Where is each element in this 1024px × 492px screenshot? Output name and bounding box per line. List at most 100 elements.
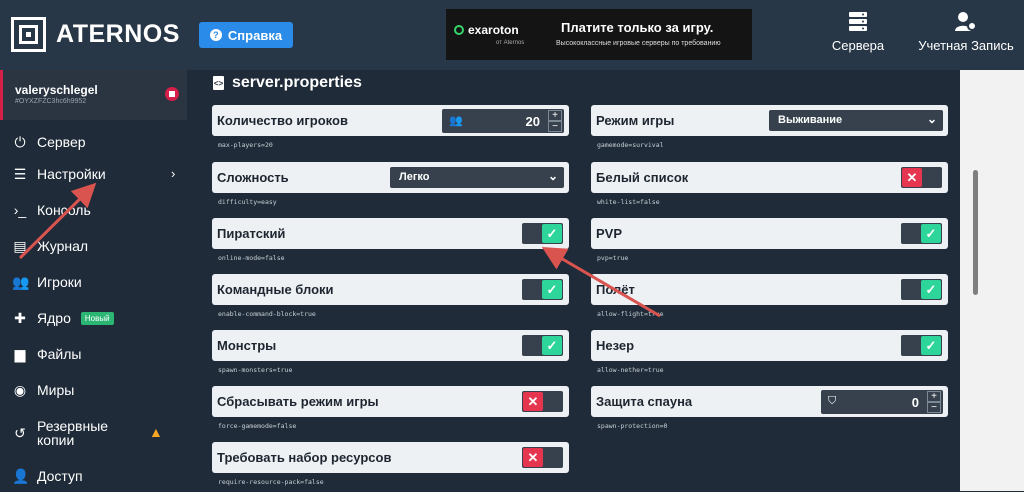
online-mode-toggle[interactable]: ✓ [522,223,563,244]
setting-label: Белый список [596,170,689,185]
log-icon: ▤ [13,238,27,254]
decrement-button[interactable]: − [548,121,562,132]
setting-force-gamemode: Сбрасывать режим игры ✕ [212,386,569,417]
setting-key: online-mode=false [218,254,285,262]
setting-key: enable-command-block=true [218,310,316,318]
sidebar-item-worlds[interactable]: ◉ Миры [0,374,187,406]
history-icon: ↺ [14,425,26,441]
sidebar-item-console[interactable]: ›_ Консоль [0,194,187,226]
setting-white-list: Белый список ✕ [591,162,948,193]
spawn-monsters-toggle[interactable]: ✓ [522,335,563,356]
main-content: <> server.properties Количество игроков … [187,70,960,491]
help-button[interactable]: ? Справка [199,22,293,48]
sidebar-item-label: Настройки [37,166,106,182]
sidebar-item-settings[interactable]: ☰ Настройки › [0,158,187,190]
setting-gamemode: Режим игры Выживание ⌄ [591,105,948,136]
setting-label: Пиратский [217,226,286,241]
resource-pack-toggle[interactable]: ✕ [522,447,563,468]
sidebar: valeryschlegel #OYXZFZC3hc6h9952 ⏻ Серве… [0,70,187,491]
server-user-card[interactable]: valeryschlegel #OYXZFZC3hc6h9952 [0,70,187,120]
check-icon: ✓ [921,336,941,355]
sidebar-item-access[interactable]: 👤 Доступ [0,460,187,492]
setting-label: Сложность [217,170,289,185]
sidebar-item-software[interactable]: ✚ Ядро Новый [0,302,187,334]
sidebar-item-log[interactable]: ▤ Журнал [0,230,187,262]
setting-max-players: Количество игроков 👥 20 + − [212,105,569,136]
setting-key: difficulty=easy [218,198,277,206]
sidebar-item-label: Резервные копии [37,418,109,448]
section-title-text: server.properties [232,74,362,91]
scrollbar-thumb[interactable] [973,170,978,295]
force-gamemode-toggle[interactable]: ✕ [522,391,563,412]
users-icon: 👥 [12,274,30,290]
setting-allow-nether: Незер ✓ [591,330,948,361]
ad-brand-text: exaroton [468,23,519,37]
check-icon: ✓ [542,224,562,243]
decrement-button[interactable]: − [927,402,941,413]
pvp-toggle[interactable]: ✓ [901,223,942,244]
sidebar-item-label: Сервер [37,134,86,150]
ad-brand-sub: от Aternos [496,40,525,46]
stepper-value: 0 [911,395,919,410]
spawn-protection-stepper[interactable]: ⛉ 0 + − [821,390,943,414]
setting-label: Защита спауна [596,394,693,409]
sidebar-item-label: Файлы [37,346,82,362]
command-block-toggle[interactable]: ✓ [522,279,563,300]
sidebar-item-label: Игроки [37,274,82,290]
setting-key: require-resource-pack=false [218,478,324,486]
warning-icon: ▲ [149,424,163,440]
setting-key: pvp=true [597,254,629,262]
aternos-logo[interactable]: ATERNOS [11,17,180,52]
servers-nav[interactable]: Сервера [826,12,890,53]
sliders-icon: ☰ [13,166,27,182]
white-list-toggle[interactable]: ✕ [901,167,942,188]
setting-label: Режим игры [596,113,675,128]
cross-icon: ✕ [902,168,922,187]
exaroton-brand: exaroton [454,23,519,37]
user-gear-icon [955,12,977,31]
power-icon: ⏻ [14,134,26,150]
server-status-icon [165,87,179,101]
sidebar-item-files[interactable]: ▆ Файлы [0,338,187,370]
setting-key: spawn-protection=0 [597,422,668,430]
page-scrollbar[interactable] [960,70,1024,491]
increment-button[interactable]: + [548,110,562,121]
sidebar-item-players[interactable]: 👥 Игроки [0,266,187,298]
globe-icon: ◉ [13,382,27,398]
account-label: Учетная Запись [918,38,1014,53]
setting-label: Командные блоки [217,282,334,297]
exaroton-logo-icon [454,25,464,35]
max-players-stepper[interactable]: 👥 20 + − [442,109,564,133]
logo-icon [11,17,46,52]
sidebar-item-server[interactable]: ⏻ Сервер [0,126,187,158]
setting-pvp: PVP ✓ [591,218,948,249]
stepper-value: 20 [525,114,540,129]
setting-key: allow-nether=true [597,366,664,374]
allow-flight-toggle[interactable]: ✓ [901,279,942,300]
cross-icon: ✕ [523,448,543,467]
cross-icon: ✕ [523,392,543,411]
sidebar-item-label: Ядро [37,310,71,326]
setting-spawn-protection: Защита спауна ⛉ 0 + − [591,386,948,417]
logo-text: ATERNOS [56,20,180,48]
allow-nether-toggle[interactable]: ✓ [901,335,942,356]
check-icon: ✓ [921,280,941,299]
account-nav[interactable]: Учетная Запись [916,12,1016,53]
server-stack-icon [849,12,867,31]
top-bar: ATERNOS ? Справка exaroton от Aternos Пл… [0,0,1024,70]
setting-key: force-gamemode=false [218,422,297,430]
chevron-right-icon: › [171,166,176,181]
ad-tagline: Высококлассные игровые серверы по требов… [556,40,721,47]
chevron-down-icon: ⌄ [926,112,937,126]
server-id: #OYXZFZC3hc6h9952 [15,98,87,105]
sidebar-item-backups[interactable]: ↺ Резервные копии ▲ [0,416,187,450]
gamemode-select[interactable]: Выживание ⌄ [769,110,943,131]
increment-button[interactable]: + [927,391,941,402]
difficulty-select[interactable]: Легко ⌄ [390,167,564,188]
sidebar-item-label: Журнал [37,238,89,254]
ad-banner[interactable]: exaroton от Aternos Платите только за иг… [446,9,752,60]
select-value: Выживание [778,114,843,126]
section-title: <> server.properties [213,74,362,92]
help-label: Справка [227,27,283,43]
shield-icon: ⛉ [828,395,837,407]
